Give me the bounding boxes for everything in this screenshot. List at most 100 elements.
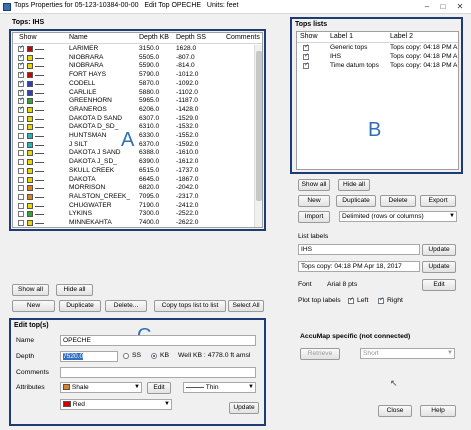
table-row[interactable]: DAKOTA 6645.0 -1867.0	[13, 176, 254, 185]
lists-col-label2[interactable]: Label 2	[390, 33, 413, 40]
col-show[interactable]: Show	[19, 34, 37, 41]
lists-col-label1[interactable]: Label 1	[330, 33, 353, 40]
table-row[interactable]: GRANEROS 6206.0 -1428.0	[13, 105, 254, 115]
lists-new-button[interactable]: New	[298, 195, 330, 207]
maximize-icon[interactable]: □	[436, 1, 450, 12]
show-checkbox[interactable]	[18, 96, 24, 105]
lists-show-all-button[interactable]: Show all	[298, 179, 330, 191]
font-edit-button[interactable]: Edit	[422, 279, 456, 291]
show-checkbox[interactable]	[18, 220, 24, 226]
list-item[interactable]: IHS Tops copy: 04:18 PM A	[297, 52, 458, 62]
left-checkbox[interactable]	[348, 296, 354, 304]
show-checkbox[interactable]	[18, 159, 24, 166]
label2-field[interactable]: Tops copy: 04:18 PM Apr 18, 2017	[298, 261, 420, 272]
show-checkbox[interactable]	[18, 124, 24, 131]
right-checkbox[interactable]	[378, 296, 384, 304]
top-color-swatch-icon	[27, 63, 33, 70]
show-checkbox[interactable]	[18, 53, 24, 61]
show-checkbox[interactable]	[18, 61, 24, 70]
label1-update-button[interactable]: Update	[422, 244, 456, 256]
ss-label: SS	[132, 352, 142, 359]
tops-scrollbar[interactable]	[254, 45, 262, 227]
table-row[interactable]: DAKOTA D SAND 6307.0 -1529.0	[13, 115, 254, 124]
name-field[interactable]: OPECHE	[60, 335, 256, 346]
tops-show-all-button[interactable]: Show all	[12, 284, 49, 296]
import-format-dropdown[interactable]: Delimited (rows or columns) ▼	[339, 211, 457, 222]
lists-export-button[interactable]: Export	[420, 195, 456, 207]
list-show-checkbox[interactable]	[303, 43, 309, 51]
col-comments[interactable]: Comments	[226, 34, 260, 41]
table-row[interactable]: FORT HAYS 5790.0 -1012.0	[13, 70, 254, 80]
pattern-dropdown[interactable]: Shale ▼	[60, 382, 142, 393]
table-row[interactable]: LARIMER 3150.0 1628.0	[13, 44, 254, 54]
show-checkbox[interactable]	[18, 70, 24, 79]
top-color-swatch-icon	[27, 141, 33, 148]
tops-hide-all-button[interactable]: Hide all	[56, 284, 93, 296]
line-dropdown[interactable]: Thin ▼	[183, 382, 256, 393]
color-dropdown[interactable]: Red ▼	[60, 399, 172, 410]
tops-new-button[interactable]: New	[12, 300, 55, 312]
list-item[interactable]: Generic tops Tops copy: 04:18 PM A	[297, 43, 458, 53]
show-checkbox[interactable]	[18, 44, 24, 52]
col-depth-kb[interactable]: Depth KB	[139, 34, 169, 41]
show-checkbox[interactable]	[18, 105, 24, 113]
show-checkbox[interactable]	[18, 185, 24, 192]
show-checkbox[interactable]	[18, 193, 24, 200]
tops-delete-button[interactable]: Delete...	[105, 300, 147, 312]
table-row[interactable]: CARLILE 5880.0 -1102.0	[13, 88, 254, 98]
table-row[interactable]: CODELL 5870.0 -1092.0	[13, 79, 254, 89]
lists-import-button[interactable]: Import	[298, 211, 330, 223]
table-row[interactable]: MORRISON 6820.0 -2042.0	[13, 184, 254, 193]
comments-field[interactable]	[60, 367, 256, 378]
table-row[interactable]: DAKOTA J_SD_ 6390.0 -1612.0	[13, 158, 254, 167]
tops-lists-grid[interactable]: Show Label 1 Label 2 Generic tops Tops co…	[296, 31, 459, 170]
show-checkbox[interactable]	[18, 115, 24, 122]
table-row[interactable]: CHUGWATER 7190.0 -2412.0	[13, 202, 254, 211]
table-row[interactable]: LYKINS 7300.0 -2522.0	[13, 210, 254, 219]
show-checkbox[interactable]	[18, 211, 24, 218]
ss-radio[interactable]	[123, 353, 129, 359]
table-row[interactable]: SKULL CREEK 6515.0 -1737.0	[13, 167, 254, 176]
top-line-style-icon	[35, 196, 44, 198]
table-row[interactable]: NIOBRARA 5505.0 -807.0	[13, 53, 254, 63]
show-checkbox[interactable]	[18, 176, 24, 183]
col-depth-ss[interactable]: Depth SS	[176, 34, 206, 41]
col-name[interactable]: Name	[69, 34, 88, 41]
show-checkbox[interactable]	[18, 141, 24, 148]
close-window-icon[interactable]: ✕	[453, 1, 467, 12]
pattern-edit-button[interactable]: Edit	[147, 382, 171, 394]
show-checkbox[interactable]	[18, 88, 24, 96]
tops-duplicate-button[interactable]: Duplicate	[59, 300, 101, 312]
table-row[interactable]: NIOBRARA 5590.0 -814.0	[13, 61, 254, 71]
lists-hide-all-button[interactable]: Hide all	[338, 179, 370, 191]
show-checkbox[interactable]	[18, 79, 24, 87]
show-checkbox[interactable]	[18, 167, 24, 174]
label2-update-button[interactable]: Update	[422, 261, 456, 273]
label1-field[interactable]: IHS	[298, 244, 420, 255]
kb-radio[interactable]	[151, 353, 157, 359]
lists-duplicate-button[interactable]: Duplicate	[336, 195, 376, 207]
table-row[interactable]: GREENHORN 5965.0 -1187.0	[13, 96, 254, 106]
lists-delete-button[interactable]: Delete	[380, 195, 416, 207]
close-button[interactable]: Close	[378, 405, 412, 417]
copy-tops-list-button[interactable]: Copy tops list to list	[154, 300, 226, 312]
lists-col-show[interactable]: Show	[300, 33, 318, 40]
tops-scroll-thumb[interactable]	[256, 51, 262, 201]
table-row[interactable]: MINNEKAHTA 7400.0 -2622.0	[13, 219, 254, 227]
show-checkbox[interactable]	[18, 133, 24, 139]
tops-grid[interactable]: Show Name Depth KB Depth SS Comments LAR…	[12, 32, 263, 228]
edit-update-button[interactable]: Update	[229, 402, 259, 414]
depth-field[interactable]: 7520.0	[60, 351, 118, 362]
minimize-icon[interactable]: –	[420, 1, 434, 12]
select-all-button[interactable]: Select All	[228, 300, 264, 312]
help-button[interactable]: Help	[420, 405, 456, 417]
table-row[interactable]: RALSTON_CREEK_ 7095.0 -2317.0	[13, 193, 254, 202]
accumap-mode-dropdown[interactable]: Short ▼	[360, 348, 455, 359]
retrieve-button[interactable]: Retrieve	[300, 348, 340, 360]
list-show-checkbox[interactable]	[303, 61, 309, 69]
list-item[interactable]: Time datum tops Tops copy: 04:18 PM A	[297, 61, 458, 71]
list-show-checkbox[interactable]	[303, 52, 309, 60]
show-checkbox[interactable]	[18, 150, 24, 157]
cell-kb: 6515.0	[139, 166, 160, 174]
show-checkbox[interactable]	[18, 202, 24, 209]
